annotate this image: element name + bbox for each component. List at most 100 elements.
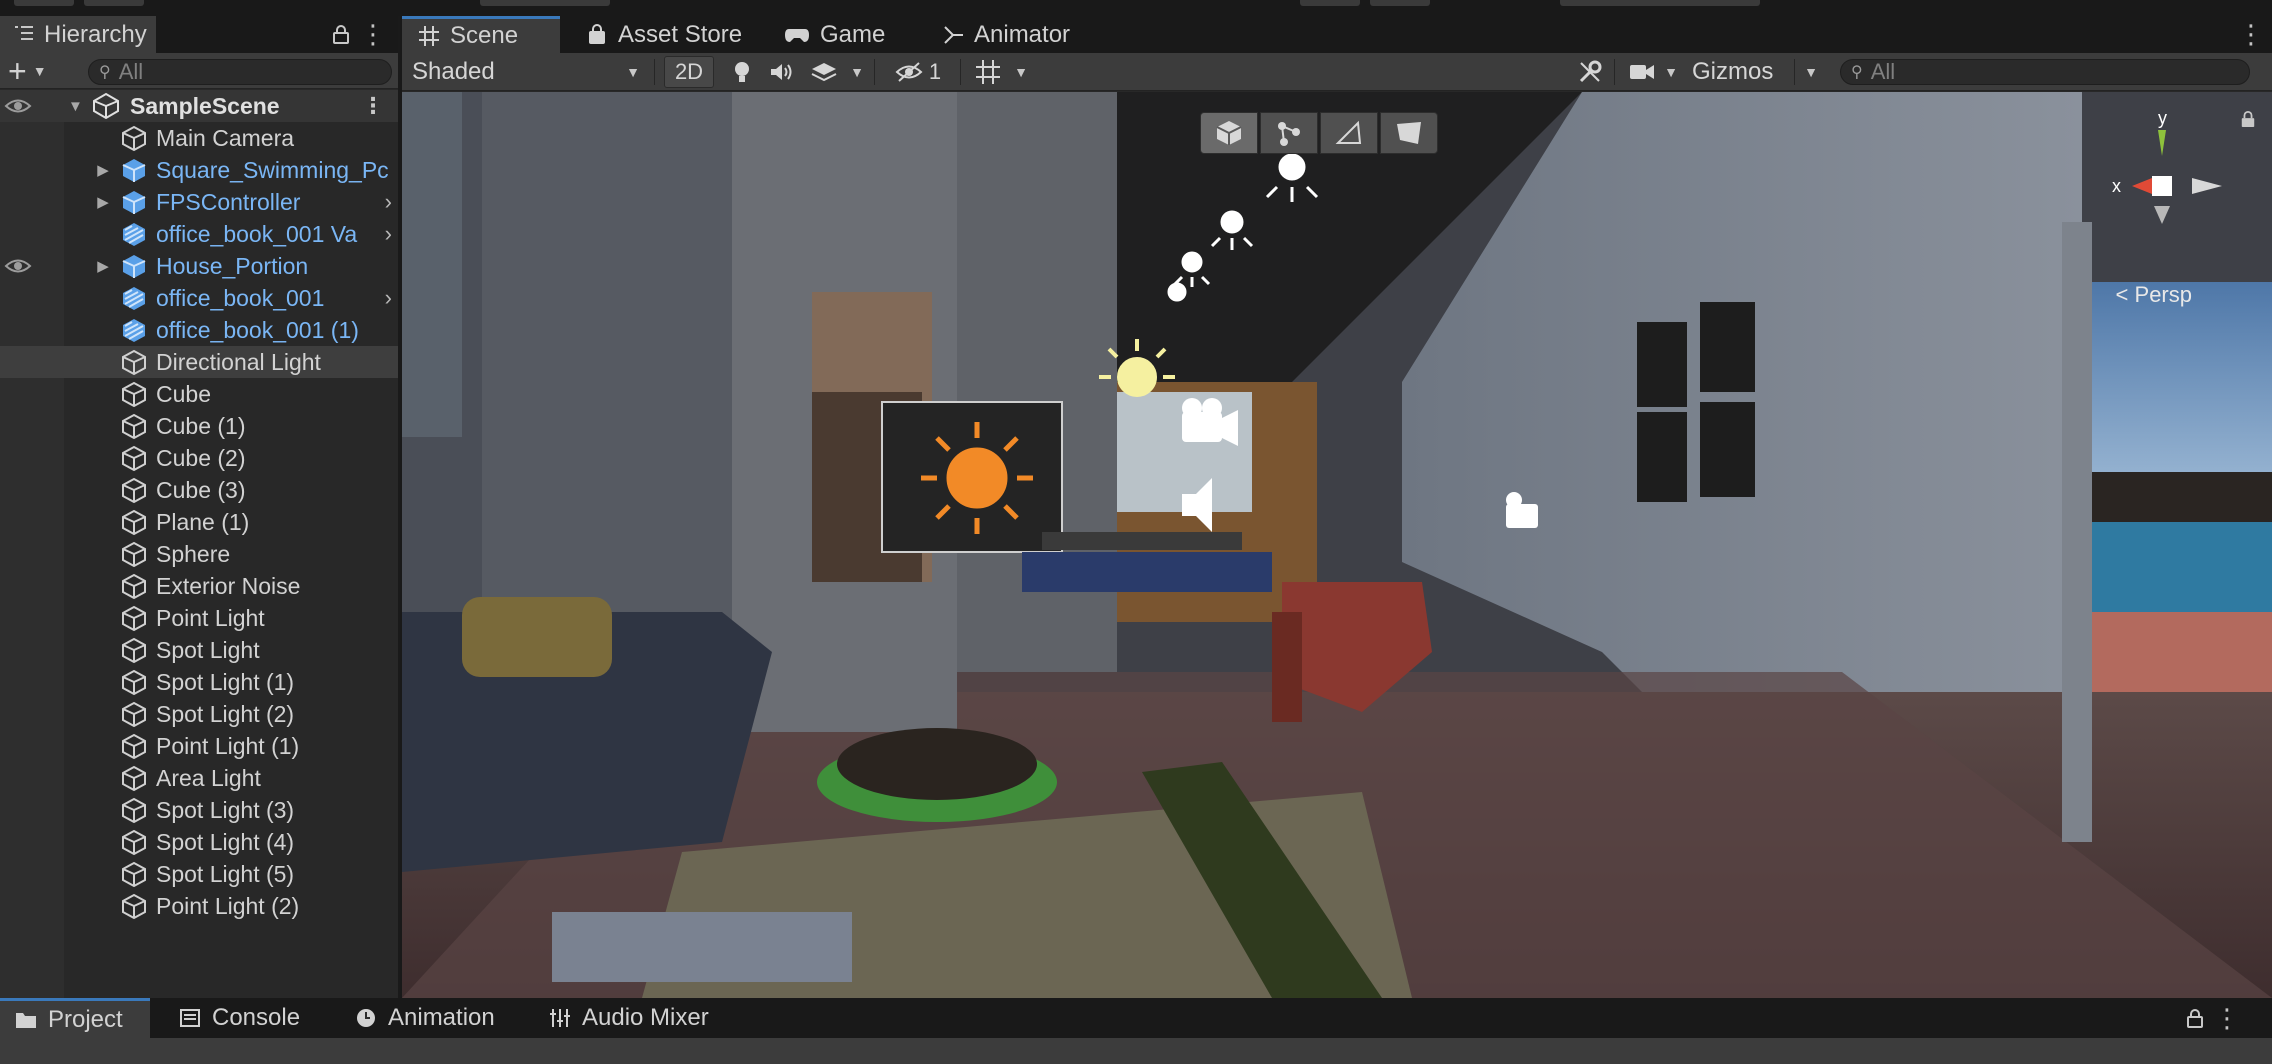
scene-menu-icon[interactable]: ⋮ <box>362 93 384 119</box>
hierarchy-item-label: Area Light <box>156 764 261 791</box>
hierarchy-item[interactable]: office_book_001 (1) <box>0 314 398 346</box>
tab-audio-mixer[interactable]: Audio Mixer <box>534 998 723 1038</box>
toolbar-segment <box>1370 0 1430 6</box>
gizmos-dropdown[interactable]: Gizmos <box>1692 56 1800 88</box>
tab-game[interactable]: Game <box>768 16 901 53</box>
hierarchy-item[interactable]: Point Light <box>0 602 398 634</box>
hierarchy-tab-bar: Hierarchy ⋮ <box>0 16 398 53</box>
hierarchy-item[interactable]: Spot Light (3) <box>0 794 398 826</box>
hierarchy-item[interactable]: Spot Light (4) <box>0 826 398 858</box>
draw-mode-dropdown[interactable]: Shaded ▼ <box>412 56 644 88</box>
expand-arrow-icon[interactable]: ▶ <box>96 161 110 179</box>
eye-icon[interactable] <box>4 95 32 117</box>
hierarchy-item[interactable]: Exterior Noise <box>0 570 398 602</box>
game-object-icon <box>122 349 146 376</box>
expand-arrow-icon[interactable]: ▶ <box>96 193 110 211</box>
camera-settings-dropdown[interactable]: ▼ <box>1660 56 1682 88</box>
audio-toggle-button[interactable] <box>764 56 800 88</box>
tab-console[interactable]: Console <box>164 998 314 1038</box>
hierarchy-item-label: Spot Light (3) <box>156 796 295 823</box>
hierarchy-item[interactable]: Cube (1) <box>0 410 398 442</box>
game-object-icon <box>122 669 146 696</box>
hidden-objects-toggle[interactable]: 1 <box>882 56 954 88</box>
scene-viewport[interactable]: y x < Persp <box>402 92 2272 998</box>
chevron-right-icon[interactable]: › <box>385 285 392 311</box>
hierarchy-item[interactable]: ▶ House_Portion <box>0 250 398 282</box>
game-object-icon <box>122 733 146 760</box>
game-object-icon <box>122 445 146 472</box>
scene-row[interactable]: ▼ SampleScene ⋮ <box>0 90 398 122</box>
tab-scene-label: Scene <box>450 22 519 49</box>
hierarchy-item[interactable]: Spot Light (5) <box>0 858 398 890</box>
grid-snap-button[interactable] <box>968 56 1008 88</box>
clock-icon <box>357 1009 375 1027</box>
hierarchy-item-label: Exterior Noise <box>156 572 301 599</box>
lighting-toggle-button[interactable] <box>724 56 760 88</box>
hierarchy-item[interactable]: Cube (2) <box>0 442 398 474</box>
list-icon <box>14 21 34 49</box>
tab-hierarchy[interactable]: Hierarchy <box>0 16 156 53</box>
game-object-icon <box>122 573 146 600</box>
chevron-down-icon: ▼ <box>1664 64 1678 80</box>
chevron-right-icon[interactable]: › <box>385 221 392 247</box>
eye-icon[interactable] <box>4 255 32 277</box>
orientation-gizmo[interactable]: y x <box>2102 106 2242 266</box>
gizmos-menu-dropdown[interactable]: ▼ <box>1800 56 1822 88</box>
expand-arrow-icon[interactable]: ▼ <box>68 98 83 115</box>
hierarchy-item[interactable]: Point Light (1) <box>0 730 398 762</box>
tab-scene[interactable]: Scene <box>402 16 560 53</box>
view-tool-button[interactable] <box>1200 112 1258 154</box>
lock-icon[interactable] <box>2186 1008 2204 1028</box>
toggle-2d-button[interactable]: 2D <box>664 56 714 88</box>
hierarchy-item[interactable]: Spot Light (2) <box>0 698 398 730</box>
effects-toggle-button[interactable] <box>804 56 844 88</box>
scene-search-input[interactable]: ⚲ All <box>1840 59 2250 85</box>
hierarchy-item[interactable]: Cube (3) <box>0 474 398 506</box>
hierarchy-search-input[interactable]: ⚲ All <box>88 59 392 85</box>
hierarchy-item[interactable]: Spot Light (1) <box>0 666 398 698</box>
toolbar-segment <box>14 0 74 6</box>
separator <box>654 59 655 85</box>
separator <box>1614 59 1615 85</box>
projection-toggle[interactable]: < Persp <box>2116 282 2192 308</box>
panel-menu-icon[interactable]: ⋮ <box>360 16 386 53</box>
hierarchy-item[interactable]: Main Camera <box>0 122 398 154</box>
hierarchy-item[interactable]: Sphere <box>0 538 398 570</box>
lock-icon[interactable] <box>2240 110 2256 128</box>
chevron-down-icon: ▼ <box>32 63 47 79</box>
axis-y-label: y <box>2158 108 2167 128</box>
tab-project[interactable]: Project <box>0 998 150 1038</box>
unity-scene-icon <box>93 92 119 120</box>
add-object-button[interactable]: + ▼ <box>8 53 66 89</box>
hierarchy-item[interactable]: ▶ FPSController › <box>0 186 398 218</box>
panel-menu-icon[interactable]: ⋮ <box>2238 16 2264 53</box>
hierarchy-item-label: Spot Light (2) <box>156 700 295 727</box>
tab-animator[interactable]: Animator <box>926 16 1086 53</box>
hierarchy-item[interactable]: Cube <box>0 378 398 410</box>
game-object-icon <box>122 509 146 536</box>
effects-dropdown[interactable]: ▼ <box>846 56 868 88</box>
camera-settings-button[interactable] <box>1624 56 1660 88</box>
panel-menu-icon[interactable]: ⋮ <box>2214 1000 2240 1037</box>
tab-animation[interactable]: Animation <box>340 998 509 1038</box>
hierarchy-item-label: Cube (3) <box>156 476 246 503</box>
tab-asset-store[interactable]: Asset Store <box>570 16 758 53</box>
move-tool-button[interactable] <box>1260 112 1318 154</box>
hierarchy-item[interactable]: Point Light (2) <box>0 890 398 922</box>
hierarchy-item[interactable]: office_book_001 Va › <box>0 218 398 250</box>
hierarchy-item-label: Cube <box>156 380 211 407</box>
hierarchy-item[interactable]: ▶ Square_Swimming_Pc <box>0 154 398 186</box>
hierarchy-item[interactable]: Spot Light <box>0 634 398 666</box>
grid-snap-dropdown[interactable]: ▼ <box>1010 56 1032 88</box>
hierarchy-item[interactable]: Directional Light <box>0 346 398 378</box>
expand-arrow-icon[interactable]: ▶ <box>96 257 110 275</box>
tools-button[interactable] <box>1572 56 1608 88</box>
lock-icon[interactable] <box>332 24 350 44</box>
hierarchy-item[interactable]: Area Light <box>0 762 398 794</box>
chevron-right-icon[interactable]: › <box>385 189 392 215</box>
hierarchy-item[interactable]: office_book_001 › <box>0 282 398 314</box>
project-toolbar <box>0 1038 2272 1064</box>
triangle-tool-button[interactable] <box>1320 112 1378 154</box>
plane-tool-button[interactable] <box>1380 112 1438 154</box>
hierarchy-item[interactable]: Plane (1) <box>0 506 398 538</box>
